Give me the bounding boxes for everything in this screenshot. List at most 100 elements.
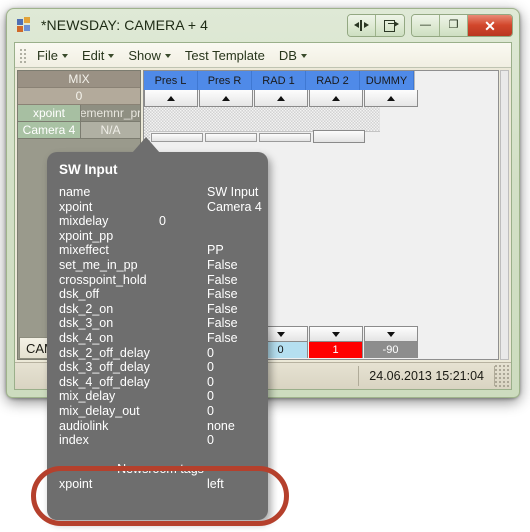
triangle-up-icon	[222, 95, 230, 101]
caption-button-bar: — ❐ ✕	[341, 14, 513, 37]
tooltip-property-mid	[159, 200, 207, 215]
cell-xpoint-label[interactable]: xpoint	[18, 105, 81, 122]
tooltip-title: SW Input	[59, 162, 118, 177]
tooltip-property-row: index 0	[59, 433, 256, 448]
level-slider[interactable]	[205, 133, 257, 142]
level-slider[interactable]	[313, 130, 365, 143]
minimize-icon: —	[420, 19, 431, 31]
grid-up-button[interactable]	[254, 90, 308, 107]
menu-label: DB	[278, 47, 297, 63]
grid-up-button[interactable]	[144, 90, 198, 107]
grid-column-header[interactable]: Pres L	[144, 71, 198, 90]
tooltip-property-mid	[159, 433, 207, 448]
tooltip-property-key: xpoint	[59, 199, 93, 214]
export-button[interactable]	[376, 15, 404, 36]
grid-value-cell[interactable]: 1	[309, 342, 363, 358]
tooltip-property-mid	[159, 316, 207, 331]
triangle-up-icon	[387, 95, 395, 101]
menu-item-show[interactable]: Show	[121, 45, 178, 66]
mix-row-labels: xpoint ememnr_pr	[18, 105, 140, 122]
cell-xpoint-value[interactable]: Camera 4	[18, 122, 81, 139]
window-title: *NEWSDAY: CAMERA + 4	[41, 17, 209, 33]
close-icon: ✕	[484, 17, 496, 34]
maximize-button[interactable]: ❐	[440, 15, 468, 36]
status-timestamp: 24.06.2013 15:21:04	[369, 369, 484, 383]
grid-header-row: Pres L Pres R RAD 1 RAD 2 DUMMY	[144, 71, 498, 90]
menu-label: Test Template	[184, 47, 265, 63]
tooltip-property-row: mixdelay 0	[59, 214, 256, 229]
cell-ememnr-label[interactable]: ememnr_pr	[81, 105, 140, 122]
grid-column-header[interactable]: RAD 1	[252, 71, 306, 90]
grid-column-header[interactable]: Pres R	[198, 71, 252, 90]
grid-down-button[interactable]	[364, 326, 418, 342]
tooltip-property-row: dsk_3_on False	[59, 316, 256, 331]
window-titlebar[interactable]: *NEWSDAY: CAMERA + 4 — ❐ ✕	[7, 9, 519, 41]
app-icon	[17, 17, 33, 33]
menu-label: Show	[128, 47, 161, 63]
grid-column-header[interactable]: DUMMY	[360, 71, 414, 90]
resize-arrows-icon	[354, 20, 369, 31]
triangle-down-icon	[277, 331, 285, 337]
menubar-grip[interactable]	[18, 46, 26, 64]
chevron-down-icon	[61, 54, 68, 58]
grid-down-button[interactable]	[309, 326, 363, 342]
close-button[interactable]: ✕	[468, 15, 512, 36]
tooltip-property-list: name SW Input xpoint Camera 4 mixdelay 0 xpoin…	[59, 185, 262, 448]
chevron-down-icon	[300, 54, 307, 58]
tooltip-property-row: xpoint Camera 4	[59, 199, 262, 215]
grid-column-header[interactable]: RAD 2	[306, 71, 360, 90]
resize-grip[interactable]	[495, 363, 511, 389]
tooltip-property-mid	[159, 477, 207, 492]
tooltip-property-key: dsk_2_on	[59, 301, 114, 316]
tooltip-property-value: False	[207, 301, 238, 316]
triangle-down-icon	[387, 331, 395, 337]
grid-slider-row	[151, 130, 365, 143]
tooltip-property-key: name	[59, 185, 91, 199]
chevron-down-icon	[164, 54, 171, 58]
grid-up-button[interactable]	[364, 90, 418, 107]
tooltip-property-row: crosspoint_hold False	[59, 273, 256, 288]
tooltip-property-key: mixdelay	[59, 214, 109, 229]
mix-value: 0	[18, 88, 140, 105]
tooltip-property-key: set_me_in_pp	[59, 257, 138, 272]
menu-label: File	[37, 47, 58, 63]
menu-item-db[interactable]: DB	[272, 45, 314, 66]
minimize-button[interactable]: —	[412, 15, 440, 36]
vertical-scrollbar[interactable]	[500, 70, 509, 360]
level-slider[interactable]	[259, 133, 311, 142]
resize-button[interactable]	[348, 15, 376, 36]
tooltip-property-key: dsk_3_off_delay	[59, 360, 150, 375]
tooltip-property-value: False	[207, 287, 238, 302]
tooltip-property-key: xpoint_pp	[59, 228, 114, 243]
menu-item-file[interactable]: File	[30, 45, 75, 66]
tooltip-property-row: xpoint_pp	[59, 229, 256, 244]
tooltip-property-mid	[159, 419, 207, 434]
triangle-down-icon	[332, 331, 340, 337]
triangle-up-icon	[277, 95, 285, 101]
triangle-up-icon	[167, 95, 175, 101]
tooltip-property-row: set_me_in_pp False	[59, 258, 256, 273]
tooltip-property-row: dsk_4_on False	[59, 331, 256, 346]
grid-up-button[interactable]	[309, 90, 363, 107]
tooltip-property-mid	[159, 229, 207, 244]
maximize-icon: ❐	[448, 19, 459, 31]
property-tooltip: SW Input name SW Input xpoint Camera 4 mixde…	[47, 137, 268, 520]
tooltip-property-key: dsk_4_off_delay	[59, 374, 150, 389]
mix-header: MIX	[18, 71, 140, 88]
tooltip-property-value: Camera 4	[207, 199, 262, 214]
menu-item-edit[interactable]: Edit	[75, 45, 121, 66]
tooltip-property-mid	[159, 331, 207, 346]
tooltip-property-value: left	[207, 476, 224, 491]
tooltip-property-value: False	[207, 257, 238, 272]
tooltip-property-mid: 0	[159, 214, 166, 229]
grid-value-cell[interactable]: -90	[364, 342, 418, 358]
tooltip-property-value: False	[207, 272, 238, 287]
grid-hatch-band	[150, 107, 380, 132]
tooltip-property-key: dsk_2_off_delay	[59, 345, 150, 360]
grid-up-button[interactable]	[199, 90, 253, 107]
screenshot-root: *NEWSDAY: CAMERA + 4 — ❐ ✕ File Edit Sho…	[0, 0, 530, 532]
tooltip-property-value: SW Input	[207, 185, 259, 199]
tooltip-property-row: dsk_off False	[59, 287, 256, 302]
menu-item-test-template[interactable]: Test Template	[178, 45, 272, 66]
tooltip-property-value	[207, 229, 256, 244]
